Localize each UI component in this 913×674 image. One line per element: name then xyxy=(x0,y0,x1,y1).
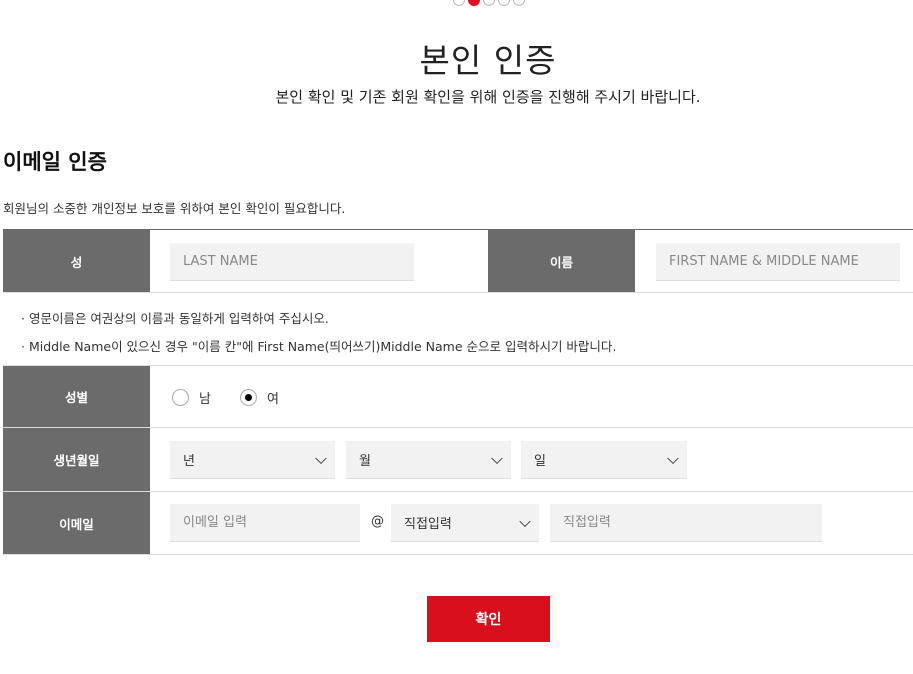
day-select-value: 일 xyxy=(534,454,546,469)
step-indicator xyxy=(453,0,525,6)
gender-female-radio[interactable]: 여 xyxy=(240,388,279,407)
step-dot xyxy=(513,0,525,6)
given-name-label: 이름 xyxy=(488,230,635,292)
gender-male-radio[interactable]: 남 xyxy=(172,388,211,407)
chevron-down-icon xyxy=(315,452,327,464)
gender-male-label: 남 xyxy=(199,392,211,407)
email-domain-input[interactable] xyxy=(550,504,822,542)
step-dot xyxy=(483,0,495,6)
chevron-down-icon xyxy=(491,452,503,464)
gender-row: 성별 남 여 xyxy=(3,366,913,428)
email-row: 이메일 @ 직접입력 xyxy=(3,492,913,555)
day-select[interactable]: 일 xyxy=(521,441,687,479)
chevron-down-icon xyxy=(667,452,679,464)
chevron-down-icon xyxy=(519,515,531,527)
email-label: 이메일 xyxy=(3,492,150,554)
name-notes: · 영문이름은 여권상의 이름과 동일하게 입력하여 주십시오. · Middl… xyxy=(3,293,913,366)
gender-female-label: 여 xyxy=(267,392,279,407)
step-dot-active xyxy=(468,0,480,6)
radio-checked-icon xyxy=(240,389,257,406)
month-select-value: 월 xyxy=(359,454,371,469)
year-select-value: 년 xyxy=(183,454,195,469)
name-row: 성 이름 xyxy=(3,229,913,293)
note-middle-name: · Middle Name이 있으신 경우 "이름 칸"에 First Name… xyxy=(21,339,617,354)
step-dot xyxy=(498,0,510,6)
birthdate-row: 생년월일 년 월 일 xyxy=(3,428,913,492)
confirm-button[interactable]: 확인 xyxy=(427,596,550,642)
page-subtitle: 본인 확인 및 기존 회원 확인을 위해 인증을 진행해 주시기 바랍니다. xyxy=(275,88,701,106)
page-title: 본인 인증 xyxy=(419,41,557,80)
note-passport-name: · 영문이름은 여권상의 이름과 동일하게 입력하여 주십시오. xyxy=(21,311,329,326)
section-title: 이메일 인증 xyxy=(3,150,107,174)
given-name-input[interactable] xyxy=(656,243,900,281)
section-description: 회원님의 소중한 개인정보 보호를 위하여 본인 확인이 필요합니다. xyxy=(3,201,346,216)
radio-unchecked-icon xyxy=(172,389,189,406)
gender-label: 성별 xyxy=(3,366,150,427)
email-local-input[interactable] xyxy=(170,504,360,542)
month-select[interactable]: 월 xyxy=(346,441,511,479)
surname-label: 성 xyxy=(3,230,150,292)
email-domain-select[interactable]: 직접입력 xyxy=(391,504,539,542)
at-sign: @ xyxy=(371,514,384,529)
email-domain-select-value: 직접입력 xyxy=(404,517,452,532)
step-dot xyxy=(453,0,465,6)
surname-input[interactable] xyxy=(170,243,414,281)
year-select[interactable]: 년 xyxy=(170,441,335,479)
birthdate-label: 생년월일 xyxy=(3,428,150,491)
